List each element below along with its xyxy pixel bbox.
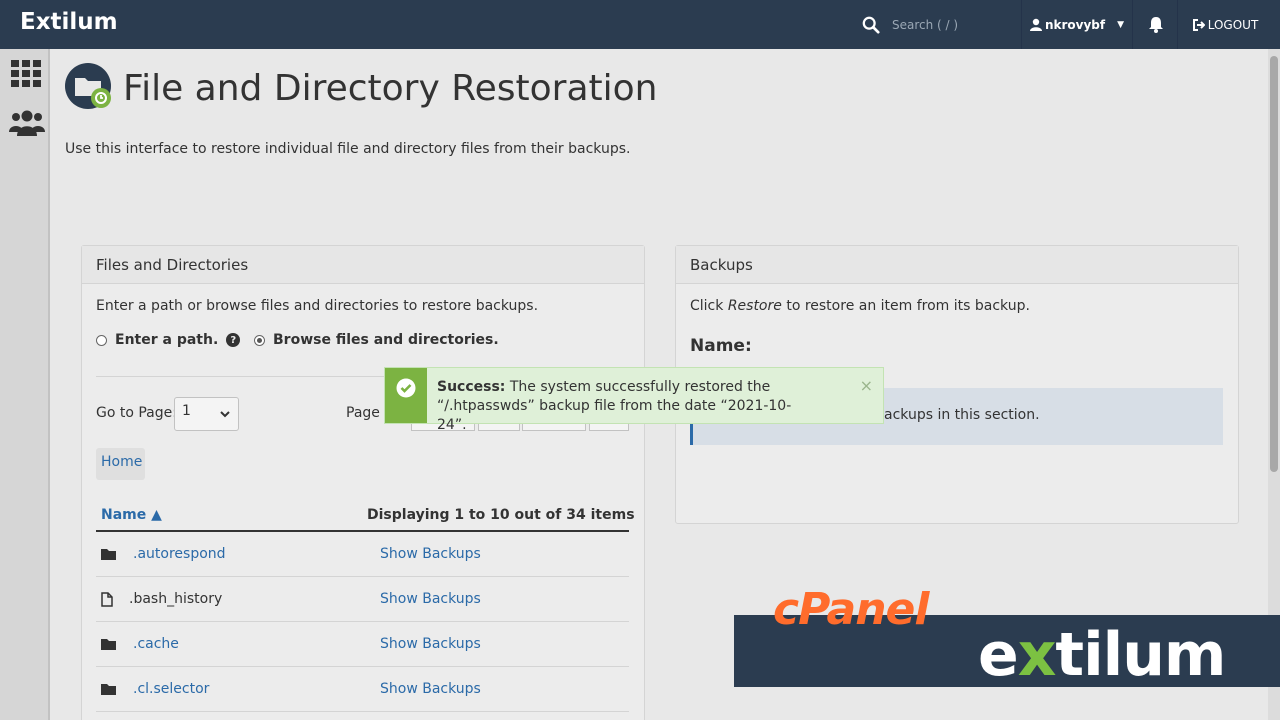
search-input[interactable]: Search ( / ) — [892, 18, 958, 32]
page-title: File and Directory Restoration — [123, 68, 658, 109]
restore-folder-icon — [65, 63, 111, 109]
backups-info-text: ackups in this section. — [884, 407, 1040, 423]
backup-name-label: Name: — [690, 336, 752, 356]
extilum-logo: extilum — [978, 620, 1226, 690]
success-toast: Success: The system successfully restore… — [384, 367, 884, 433]
radio-browse-files-label: Browse files and directories. — [273, 332, 499, 348]
chevron-down-icon: ▼ — [1117, 19, 1125, 30]
radio-enter-path[interactable]: Enter a path. ? — [96, 332, 241, 348]
folder-icon — [101, 684, 116, 695]
show-backups-link[interactable]: Show Backups — [380, 681, 481, 697]
goto-page-label: Go to Page: — [96, 405, 177, 421]
logo-part: tilum — [1055, 620, 1226, 690]
help-icon[interactable]: ? — [226, 333, 241, 347]
user-menu[interactable]: nkrovybf ▼ — [1021, 0, 1133, 49]
breadcrumb-home[interactable]: Home — [96, 448, 145, 480]
left-rail — [0, 49, 50, 720]
show-backups-link[interactable]: Show Backups — [380, 591, 481, 607]
table-row: .autorespond Show Backups — [96, 532, 629, 577]
user-icon — [1029, 18, 1042, 31]
file-icon — [101, 592, 113, 607]
radio-browse-files-dot[interactable] — [254, 334, 265, 346]
table-row: .cache Show Backups — [96, 622, 629, 667]
logout-button[interactable]: LOGOUT — [1180, 0, 1270, 49]
radio-enter-path-dot[interactable] — [96, 334, 107, 346]
search-icon — [862, 16, 880, 34]
bell-icon — [1148, 17, 1163, 33]
brand-logo[interactable]: Extilum — [20, 9, 118, 35]
apps-grid-icon[interactable] — [10, 58, 42, 90]
users-icon[interactable] — [9, 107, 45, 139]
table-row: .cl.selector Show Backups — [96, 667, 629, 712]
check-circle-icon — [396, 378, 416, 398]
scrollbar-thumb[interactable] — [1270, 56, 1278, 472]
column-name-sort[interactable]: Name ▲ — [101, 507, 162, 523]
backups-instr-prefix: Click — [690, 298, 728, 314]
folder-icon — [101, 639, 116, 650]
row-name-link[interactable]: .autorespond — [133, 546, 226, 562]
radio-browse-files[interactable]: Browse files and directories. — [254, 332, 499, 348]
cpanel-logo: cPanel — [773, 584, 929, 635]
row-name-text: .bash_history — [129, 591, 223, 607]
top-header: Extilum Search ( / ) nkrovybf ▼ LOGOUT — [0, 0, 1280, 49]
logo-x: x — [1017, 620, 1057, 690]
close-icon[interactable]: × — [860, 376, 873, 395]
radio-enter-path-label: Enter a path. — [115, 332, 219, 348]
backups-panel-heading: Backups — [676, 246, 1238, 284]
logo-part: e — [978, 620, 1019, 690]
toast-message: Success: The system successfully restore… — [427, 368, 827, 433]
displaying-count: Displaying 1 to 10 out of 34 items — [367, 507, 635, 523]
goto-page-value: 1 — [182, 403, 191, 419]
notifications-button[interactable] — [1134, 0, 1178, 49]
backups-instructions: Click Restore to restore an item from it… — [690, 298, 1030, 314]
backups-instr-suffix: to restore an item from its backup. — [781, 298, 1030, 314]
goto-page-select[interactable]: 1 — [174, 397, 239, 431]
show-backups-link[interactable]: Show Backups — [380, 546, 481, 562]
page-description: Use this interface to restore individual… — [65, 141, 631, 157]
backups-instr-restore: Restore — [727, 298, 782, 314]
logout-label: LOGOUT — [1207, 17, 1259, 32]
table-row: .bash_history Show Backups — [96, 577, 629, 622]
row-name-link[interactable]: .cl.selector — [133, 681, 209, 697]
row-name-link[interactable]: .cache — [133, 636, 179, 652]
files-instructions: Enter a path or browse files and directo… — [96, 298, 539, 314]
search-box[interactable]: Search ( / ) — [862, 0, 1022, 49]
logout-icon — [1192, 18, 1205, 31]
folder-icon — [101, 549, 116, 560]
chevron-down-icon — [220, 411, 230, 418]
files-panel-heading: Files and Directories — [82, 246, 644, 284]
toast-label: Success: — [437, 379, 506, 395]
username-label: nkrovybf — [1044, 17, 1106, 32]
toast-status-bar — [385, 368, 427, 423]
show-backups-link[interactable]: Show Backups — [380, 636, 481, 652]
